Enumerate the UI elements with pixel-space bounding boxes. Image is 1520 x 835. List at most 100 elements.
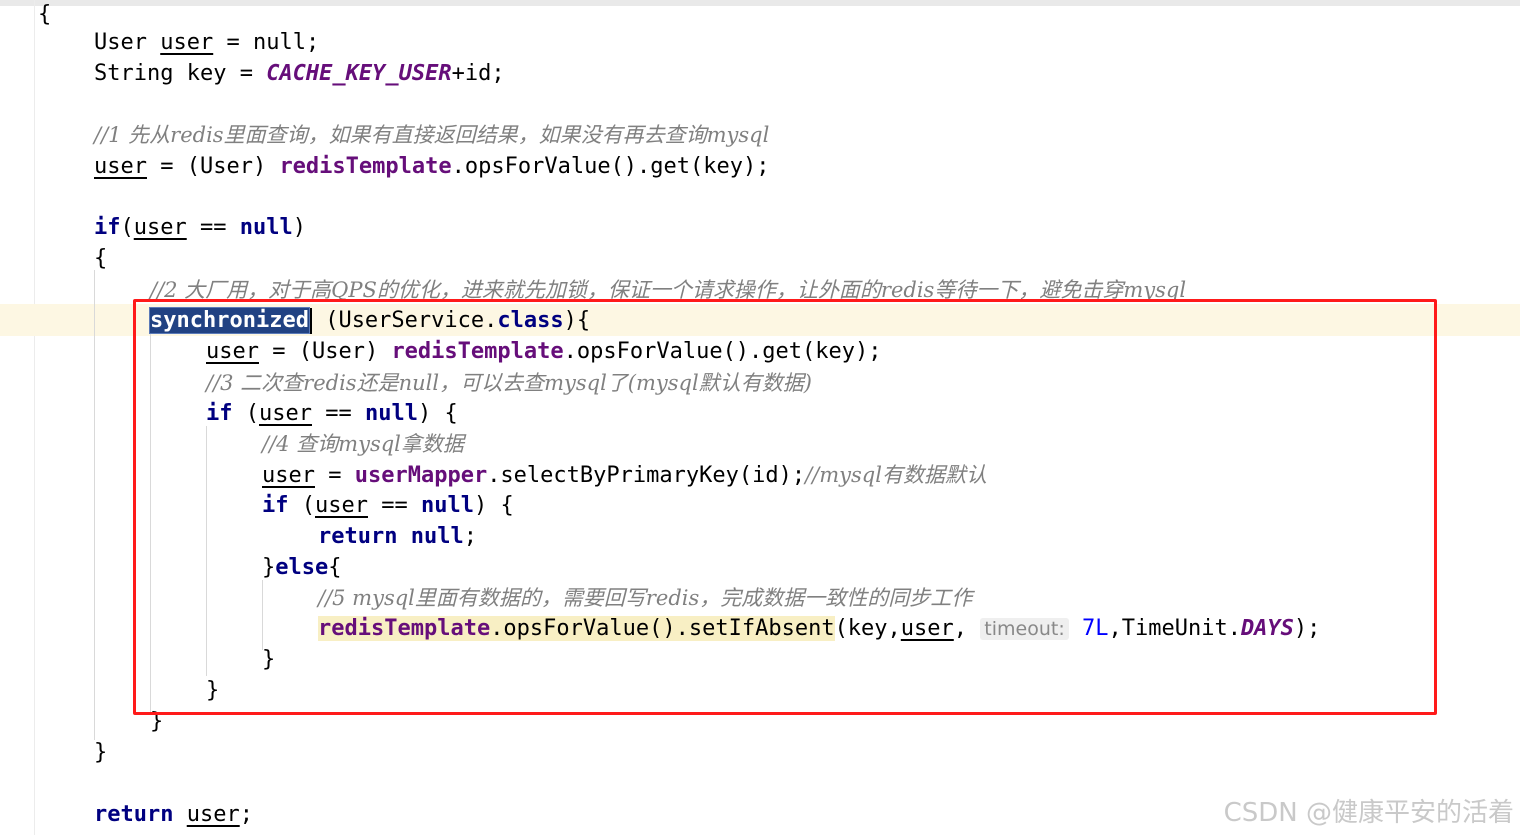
code-line: {: [94, 244, 107, 274]
code-token: = (User): [258, 339, 392, 364]
code-token: ==: [186, 215, 240, 240]
code-token: (: [288, 493, 315, 518]
code-line: {: [38, 0, 51, 30]
code-comment: //5 mysql里面有数据的，需要回写redis，完成数据一致性的同步工作: [318, 583, 972, 613]
code-token: +id;: [451, 61, 505, 86]
code-token: (: [120, 215, 134, 240]
comment-text: //5 mysql里面有数据的，需要回写redis，完成数据一致性的同步工作: [318, 586, 973, 610]
code-token: .opsForValue().get(key);: [563, 339, 882, 364]
code-token: userMapper: [354, 463, 488, 488]
code-token: ==: [311, 401, 365, 426]
code-line: redisTemplate.opsForValue().setIfAbsent(…: [318, 614, 1320, 644]
comment-text: //4 查询mysql拿数据: [262, 432, 464, 456]
code-token: =: [314, 463, 355, 488]
code-token: ,: [953, 616, 981, 641]
code-token: =: [213, 30, 253, 55]
code-line: if (user == null) {: [262, 491, 514, 521]
code-token: user: [900, 616, 954, 641]
code-line: }else{: [262, 553, 341, 583]
code-token: (UserService.: [311, 308, 498, 333]
code-token: redisTemplate: [391, 339, 564, 364]
code-line: }: [206, 676, 219, 706]
comment-text: //3 二次查redis还是null，可以去查mysql了(mysql默认有数据…: [206, 371, 812, 395]
code-line: user = (User) redisTemplate.opsForValue(…: [206, 337, 882, 367]
code-line: if (user == null) {: [206, 399, 458, 429]
code-token: redisTemplate: [318, 616, 491, 641]
code-line: if(user == null): [94, 213, 306, 243]
code-line: synchronized (UserService.class){: [149, 306, 591, 336]
code-token: }: [150, 709, 164, 734]
code-token: if: [206, 401, 233, 426]
comment-text: //mysql有数据默认: [805, 463, 987, 487]
code-token: user: [94, 154, 147, 179]
code-line: return null;: [318, 522, 477, 552]
code-comment: //2 大厂用，对于高QPS的优化，进来就先加锁，保证一个请求操作，让外面的re…: [150, 275, 1186, 305]
code-token: null: [252, 30, 306, 55]
code-line: String key = CACHE_KEY_USER+id;: [94, 59, 505, 89]
code-line: }: [262, 645, 275, 675]
code-token: else: [275, 555, 329, 580]
code-token: {: [328, 555, 342, 580]
code-token: user: [133, 215, 187, 240]
code-token: user: [186, 802, 240, 827]
code-line: user = userMapper.selectByPrimaryKey(id)…: [262, 460, 987, 490]
code-token: String key =: [94, 61, 267, 86]
code-editor[interactable]: { User user = null; String key = CACHE_K…: [0, 0, 1520, 835]
code-token: if: [94, 215, 121, 240]
code-token: (key,: [834, 616, 901, 641]
code-line: return user;: [94, 800, 253, 830]
code-token: (: [232, 401, 259, 426]
code-token: = (User): [146, 154, 280, 179]
code-token: redisTemplate: [279, 154, 452, 179]
code-token: null: [420, 493, 474, 518]
code-token: ;: [305, 30, 320, 55]
code-token: ){: [563, 308, 591, 333]
code-token: {: [94, 246, 108, 271]
code-token: .opsForValue().get(key);: [451, 154, 770, 179]
code-line: }: [150, 707, 163, 737]
code-token: ) {: [417, 401, 458, 426]
code-token: ): [292, 215, 306, 240]
code-comment: //3 二次查redis还是null，可以去查mysql了(mysql默认有数据…: [206, 368, 812, 398]
code-token: DAYS: [1240, 616, 1294, 641]
code-token: user: [262, 463, 315, 488]
watermark: CSDN @健康平安的活着: [1223, 798, 1514, 828]
code-token: ;: [239, 802, 253, 827]
code-line: }: [94, 738, 107, 768]
comment-text: //1 先从redis里面查询，如果有直接返回结果，如果没有再去查询mysql: [94, 123, 770, 147]
comment-text: //2 大厂用，对于高QPS的优化，进来就先加锁，保证一个请求操作，让外面的re…: [150, 278, 1187, 302]
code-token: .opsForValue().setIfAbsent: [490, 616, 835, 641]
code-token: }: [94, 740, 108, 765]
code-token: return: [94, 802, 174, 827]
code-token: null: [239, 215, 293, 240]
code-token: ==: [367, 493, 421, 518]
code-token: null: [410, 524, 464, 549]
code-comment: //1 先从redis里面查询，如果有直接返回结果，如果没有再去查询mysql: [94, 120, 769, 150]
code-token: return: [318, 524, 398, 549]
code-token: if: [262, 493, 289, 518]
code-token: {: [38, 2, 52, 27]
code-token: user: [259, 401, 312, 426]
code-token: }: [262, 555, 276, 580]
code-token: .selectByPrimaryKey(id);: [487, 463, 806, 488]
code-token: user: [160, 30, 214, 55]
selected-keyword[interactable]: synchronized: [149, 307, 310, 334]
code-token: 7L: [1081, 616, 1109, 641]
code-comment: //4 查询mysql拿数据: [262, 429, 464, 459]
code-token: class: [497, 308, 564, 333]
code-token: );: [1293, 616, 1321, 641]
code-token: null: [364, 401, 418, 426]
code-line: user = (User) redisTemplate.opsForValue(…: [94, 152, 770, 182]
code-token: user: [315, 493, 368, 518]
code-token: CACHE_KEY_USER: [266, 61, 452, 86]
code-token: user: [206, 339, 259, 364]
code-token: User: [94, 30, 161, 55]
parameter-hint: timeout:: [980, 618, 1069, 640]
code-token: ) {: [473, 493, 514, 518]
code-token: ;: [463, 524, 477, 549]
code-token: }: [262, 647, 276, 672]
code-line: User user = null;: [94, 28, 319, 58]
